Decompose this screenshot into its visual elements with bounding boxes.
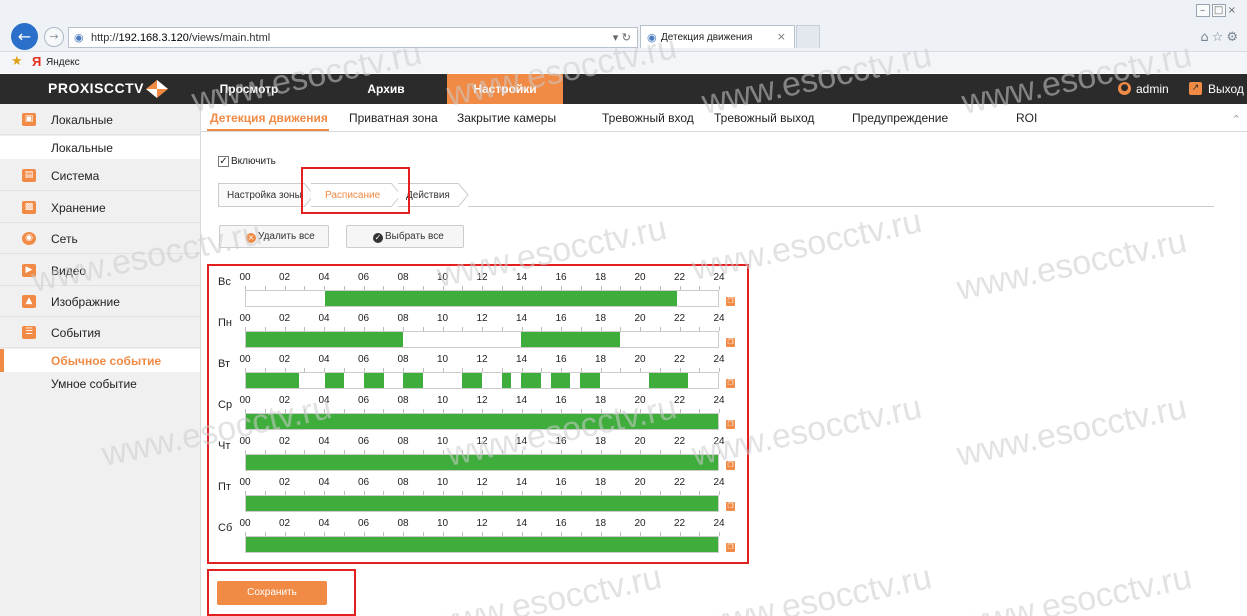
- step-arrow-icon: [458, 183, 469, 207]
- sidebar-item-label: События: [51, 326, 101, 340]
- logout-icon[interactable]: ↗: [1189, 82, 1202, 95]
- sidebar-item-label: Хранение: [51, 201, 106, 215]
- yandex-icon[interactable]: Я: [32, 54, 41, 69]
- image-icon: ▲: [22, 295, 36, 308]
- step-zone-setup[interactable]: Настройка зоны: [218, 183, 304, 207]
- select-all-button[interactable]: ✓ Выбрать все: [346, 225, 464, 248]
- sidebar-item-storage[interactable]: ▩ Хранение: [0, 192, 200, 223]
- tab-title: Детекция движения: [661, 32, 753, 43]
- network-icon: ◉: [22, 232, 36, 245]
- favorites-bar: ★ Я Яндекс: [0, 51, 1247, 73]
- browser-tab[interactable]: ◉ Детекция движения ×: [640, 25, 795, 48]
- minimize-button[interactable]: –: [1195, 4, 1210, 17]
- enable-checkbox[interactable]: ✓: [218, 156, 229, 167]
- user-icon: ●: [1118, 82, 1131, 95]
- delete-all-button[interactable]: × Удалить все: [219, 225, 329, 248]
- sidebar-item-events[interactable]: ☰ События: [0, 317, 200, 348]
- active-tab-underline: [207, 129, 329, 131]
- top-nav: PROXISCCTV Просмотр Архив Настройки ● ad…: [0, 74, 1247, 104]
- watermark: www.esocctv.ru: [953, 388, 1190, 474]
- storage-icon: ▩: [22, 201, 36, 214]
- brand-logo: PROXISCCTV: [48, 80, 145, 96]
- sidebar-subitem-smart-event[interactable]: Умное событие: [0, 372, 200, 395]
- address-bar[interactable]: ◉ http://192.168.3.120/views/main.html ▾…: [68, 27, 638, 48]
- close-window-button[interactable]: ×: [1228, 5, 1241, 16]
- nav-settings[interactable]: Настройки: [447, 74, 563, 104]
- system-icon: ▤: [22, 169, 36, 182]
- sidebar-item-label: Локальные: [51, 113, 113, 127]
- home-icon[interactable]: ⌂: [1200, 30, 1211, 45]
- logout-link[interactable]: Выход: [1208, 74, 1244, 104]
- back-button[interactable]: ←: [11, 23, 38, 50]
- highlight-schedule-grid: [207, 264, 749, 564]
- sidebar: ▣ Локальные Локальные ▤ Система ▩ Хранен…: [0, 104, 201, 616]
- highlight-save-button: [207, 569, 356, 616]
- brand-mark-icon: [146, 80, 168, 98]
- settings-icon[interactable]: ⚙: [1226, 30, 1241, 45]
- sidebar-item-system[interactable]: ▤ Система: [0, 160, 200, 191]
- sidebar-item-video[interactable]: ▶ Видео: [0, 255, 200, 286]
- highlight-schedule-step: [301, 167, 410, 214]
- page-icon: ◉: [74, 31, 84, 44]
- watermark: www.esocctv.ru: [698, 558, 935, 616]
- sidebar-item-label: Система: [51, 169, 100, 183]
- tab-alarm-input[interactable]: Тревожный вход: [602, 111, 694, 125]
- tab-roi[interactable]: ROI: [1016, 111, 1037, 125]
- sidebar-item-label: Видео: [51, 264, 87, 278]
- nav-archive[interactable]: Архив: [341, 74, 431, 104]
- nav-view[interactable]: Просмотр: [203, 74, 295, 104]
- sidebar-subitem-normal-event[interactable]: Обычное событие: [0, 349, 200, 372]
- check-circle-icon: ✓: [373, 233, 383, 243]
- sidebar-item-label: Изображние: [51, 295, 120, 309]
- favorites-icon[interactable]: ☆: [1212, 30, 1227, 45]
- watermark: www.esocctv.ru: [953, 222, 1190, 308]
- steps-divider: [468, 206, 1214, 207]
- forward-button[interactable]: →: [44, 27, 64, 47]
- watermark: www.esocctv.ru: [958, 558, 1195, 616]
- new-tab-button[interactable]: [796, 25, 820, 48]
- window-controls: – □ ×: [1195, 4, 1241, 17]
- tab-camera-tamper[interactable]: Закрытие камеры: [457, 111, 556, 125]
- settings-tabs: Детекция движения Приватная зона Закрыти…: [201, 104, 1247, 132]
- tab-alarm-output[interactable]: Тревожный выход: [714, 111, 814, 125]
- scroll-up-icon[interactable]: ⌃: [1232, 113, 1241, 126]
- tab-page-icon: ◉: [647, 31, 657, 44]
- sidebar-subitem-label: Умное событие: [51, 377, 137, 391]
- delete-icon: ×: [246, 233, 256, 243]
- tab-motion-detection[interactable]: Детекция движения: [210, 111, 328, 125]
- sidebar-item-local[interactable]: ▣ Локальные: [0, 104, 200, 135]
- sidebar-subitem-label: Обычное событие: [51, 354, 162, 368]
- watermark: www.esocctv.ru: [428, 558, 665, 616]
- monitor-icon: ▣: [22, 113, 36, 126]
- delete-all-label: Удалить все: [258, 231, 315, 242]
- sidebar-item-label: Сеть: [51, 232, 78, 246]
- browser-chrome: ← → ◉ http://192.168.3.120/views/main.ht…: [0, 0, 1247, 73]
- tab-warning[interactable]: Предупреждение: [852, 111, 948, 125]
- tab-privacy-zone[interactable]: Приватная зона: [349, 111, 438, 125]
- favorites-star-icon[interactable]: ★: [11, 54, 23, 69]
- maximize-button[interactable]: □: [1211, 4, 1226, 17]
- yandex-link[interactable]: Яндекс: [46, 57, 80, 68]
- url-text: http://192.168.3.120/views/main.html: [91, 32, 271, 44]
- sidebar-subitem-local[interactable]: Локальные: [0, 136, 200, 159]
- events-icon: ☰: [22, 326, 36, 339]
- sidebar-item-image[interactable]: ▲ Изображние: [0, 286, 200, 317]
- video-icon: ▶: [22, 264, 36, 277]
- select-all-label: Выбрать все: [385, 231, 444, 242]
- user-name[interactable]: admin: [1136, 74, 1169, 104]
- sidebar-subitem-label: Локальные: [51, 141, 113, 155]
- close-tab-icon[interactable]: ×: [777, 30, 786, 43]
- sidebar-item-network[interactable]: ◉ Сеть: [0, 223, 200, 254]
- browser-toolbar-icons: ⌂☆⚙: [1200, 30, 1241, 45]
- enable-label: Включить: [231, 156, 276, 167]
- refresh-icon[interactable]: ▾ ↻: [613, 31, 631, 44]
